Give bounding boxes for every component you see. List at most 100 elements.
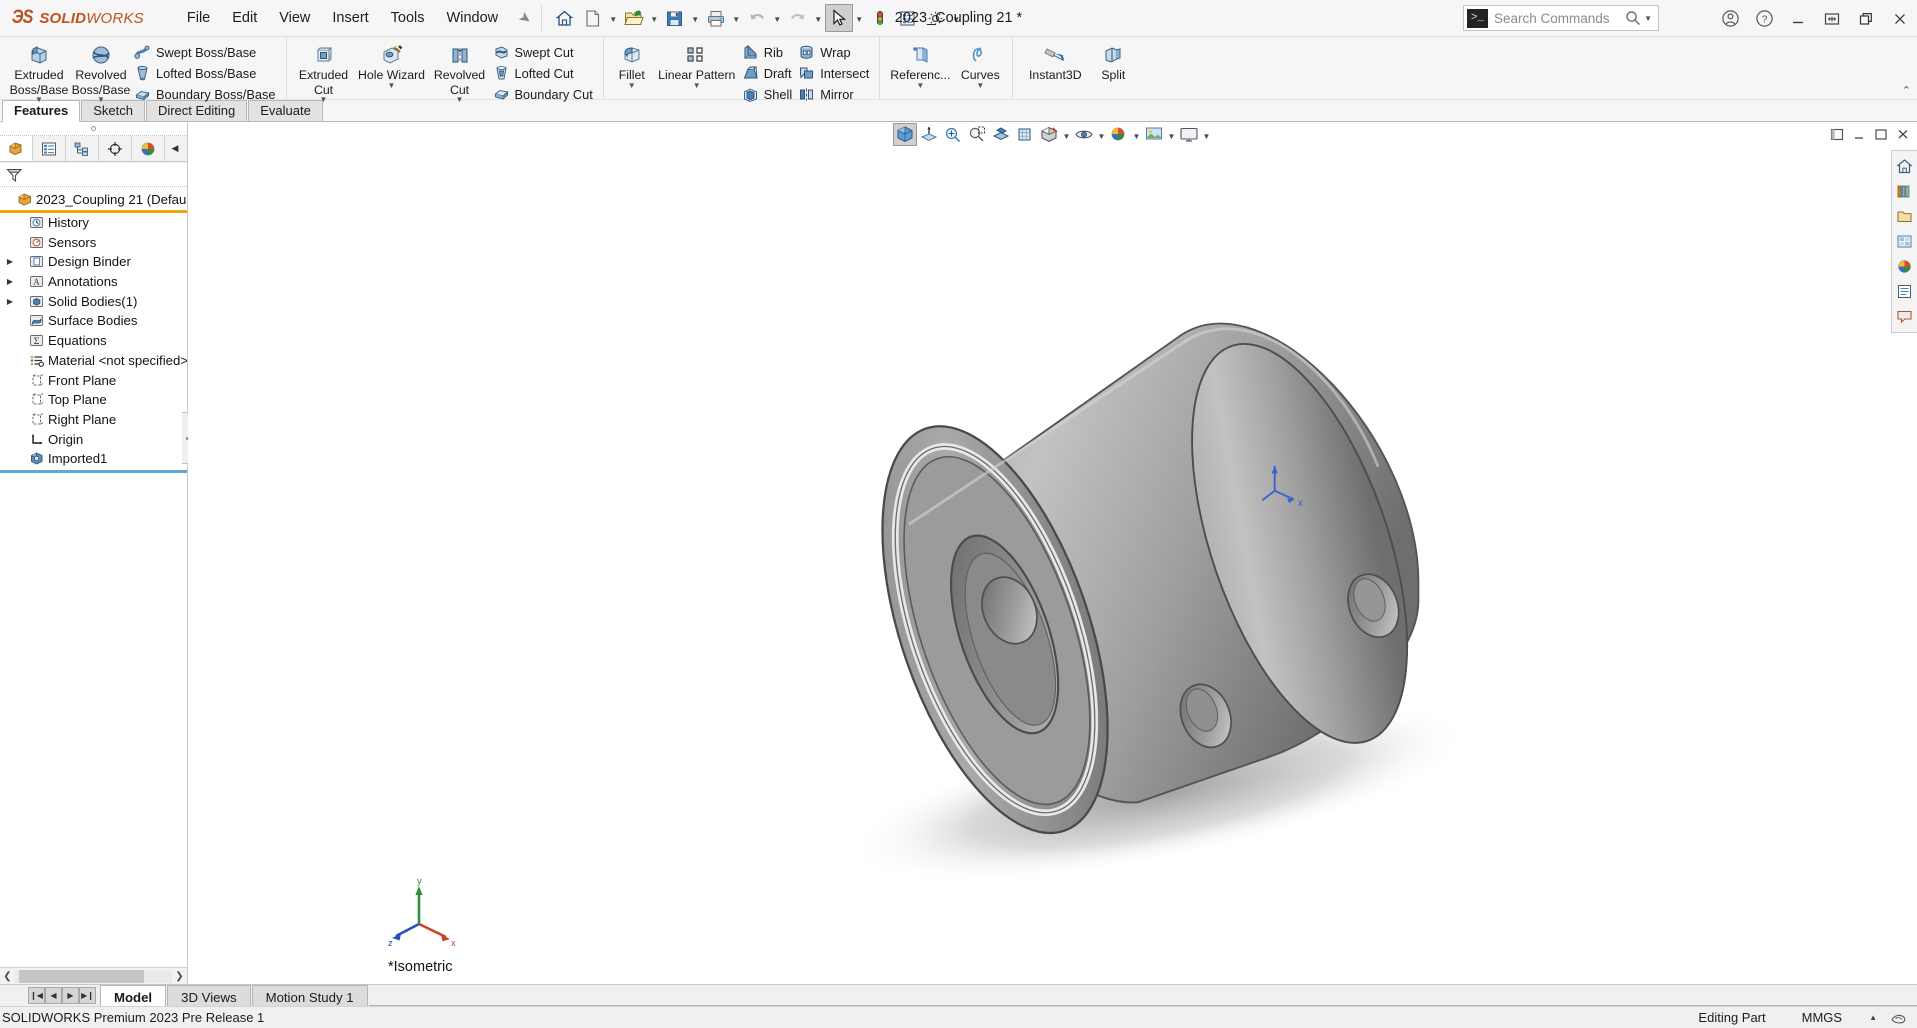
section-view-icon[interactable] (989, 123, 1013, 146)
home-icon[interactable] (551, 4, 579, 32)
appearance-caret[interactable]: ▼ (1131, 123, 1142, 146)
scroll-right-icon[interactable]: ❯ (172, 971, 187, 982)
status-units[interactable]: MMGS (1784, 1010, 1860, 1025)
revolved-boss-base-button[interactable]: Revolved Boss/Base (70, 39, 132, 96)
tab-motion-study-1[interactable]: Motion Study 1 (251, 985, 368, 1006)
reference-geometry-button[interactable]: Referenc... (886, 39, 954, 82)
last-tab-icon[interactable]: ▶❙ (79, 987, 96, 1004)
curves-caret[interactable]: ▼ (976, 81, 984, 92)
swept-boss-base-button[interactable]: Swept Boss/Base (132, 42, 280, 63)
linear-pattern-button[interactable]: Linear Pattern (654, 39, 740, 82)
search-input[interactable]: Search Commands (1494, 11, 1625, 26)
save-caret[interactable]: ▼ (689, 5, 702, 31)
coupling-part-model[interactable]: x (188, 122, 1917, 984)
tree-item-annotations[interactable]: ▶ A Annotations (0, 272, 187, 292)
feature-tree-icon[interactable] (0, 136, 33, 161)
view-settings-caret[interactable]: ▼ (1201, 123, 1212, 146)
display-list-icon[interactable] (894, 4, 922, 32)
appearances-manager-icon[interactable] (132, 136, 165, 161)
menu-window[interactable]: Window (436, 6, 510, 30)
tree-item-sensors[interactable]: Sensors (0, 232, 187, 252)
tree-horizontal-scrollbar[interactable]: ❮ ❯ (0, 967, 187, 984)
configuration-manager-icon[interactable] (66, 136, 99, 161)
select-cursor-icon[interactable] (824, 4, 853, 32)
reference-geometry-caret[interactable]: ▼ (916, 81, 924, 92)
property-manager-icon[interactable] (33, 136, 66, 161)
first-tab-icon[interactable]: ❙◀ (28, 987, 45, 1004)
chevron-down-icon[interactable]: ▼ (1644, 14, 1658, 23)
previous-view-icon[interactable] (965, 123, 989, 146)
hole-wizard-caret[interactable]: ▼ (388, 81, 396, 92)
new-document-icon[interactable] (579, 4, 607, 32)
file-explorer-icon[interactable] (1894, 204, 1916, 229)
split-window-icon[interactable] (1815, 0, 1849, 37)
hide-show-caret[interactable]: ▼ (1096, 123, 1107, 146)
tree-item-surface-bodies[interactable]: Surface Bodies (0, 311, 187, 331)
wrap-button[interactable]: Wrap (796, 42, 873, 63)
restore-panel-icon[interactable] (1827, 124, 1847, 146)
select-caret[interactable]: ▼ (853, 5, 866, 31)
edit-appearance-icon[interactable] (1107, 123, 1131, 146)
redo-caret[interactable]: ▼ (812, 5, 825, 31)
tree-item-material[interactable]: Material <not specified> (0, 351, 187, 371)
next-tab-icon[interactable]: ▶ (62, 987, 79, 1004)
print-caret[interactable]: ▼ (730, 5, 743, 31)
extruded-boss-base-button[interactable]: Extruded Boss/Base (8, 39, 70, 96)
user-account-icon[interactable] (1713, 0, 1747, 37)
scroll-left-icon[interactable]: ❮ (0, 971, 15, 982)
rib-button[interactable]: Rib (740, 42, 796, 63)
display-style-caret[interactable]: ▼ (1061, 123, 1072, 146)
feature-tree-filter[interactable] (0, 162, 187, 187)
revolved-boss-caret[interactable]: ▼ (97, 96, 105, 106)
panel-resize-handle[interactable] (0, 122, 187, 136)
scroll-track[interactable] (15, 969, 172, 983)
menu-tools[interactable]: Tools (380, 6, 436, 30)
expander-solid-bodies[interactable]: ▶ (4, 297, 16, 306)
shell-button[interactable]: Shell (740, 84, 796, 105)
scene-caret[interactable]: ▼ (1166, 123, 1177, 146)
extruded-cut-button[interactable]: Extruded Cut (293, 39, 355, 96)
linear-pattern-caret[interactable]: ▼ (693, 81, 701, 92)
close-doc-icon[interactable] (1893, 124, 1913, 146)
help-icon[interactable]: ? (1747, 0, 1781, 37)
rollback-bar[interactable] (0, 469, 187, 473)
menu-view[interactable]: View (268, 6, 321, 30)
search-icon[interactable] (1625, 10, 1644, 26)
intersect-button[interactable]: Intersect (796, 63, 873, 84)
apply-scene-icon[interactable] (1142, 123, 1166, 146)
tree-item-history[interactable]: History (0, 213, 187, 233)
options-caret[interactable]: ▼ (950, 5, 963, 31)
display-style-icon[interactable] (1037, 123, 1061, 146)
search-commands-box[interactable]: >_ Search Commands ▼ (1463, 5, 1659, 31)
zoom-to-area-icon[interactable] (941, 123, 965, 146)
pin-icon[interactable]: ➤ (515, 7, 536, 29)
boundary-cut-button[interactable]: Boundary Cut (491, 84, 597, 105)
view-orientation-cube-icon[interactable] (1013, 123, 1037, 146)
home-solidworks-icon[interactable] (1894, 154, 1916, 179)
open-folder-icon[interactable] (620, 4, 648, 32)
redo-icon[interactable] (784, 4, 812, 32)
instant3d-button[interactable]: Instant3D (1019, 39, 1091, 82)
tree-item-root[interactable]: 2023_Coupling 21 (Default) << (0, 190, 187, 210)
tab-3d-views[interactable]: 3D Views (167, 985, 251, 1006)
tree-item-origin[interactable]: Origin (0, 429, 187, 449)
restore-window-icon[interactable] (1849, 0, 1883, 37)
maximize-doc-icon[interactable] (1871, 124, 1891, 146)
solidworks-forum-icon[interactable] (1894, 304, 1916, 329)
chevron-left-icon[interactable]: ◀ (165, 136, 185, 161)
zoom-to-fit-icon[interactable] (917, 123, 941, 146)
swept-cut-button[interactable]: Swept Cut (491, 42, 597, 63)
menu-edit[interactable]: Edit (221, 6, 268, 30)
curves-button[interactable]: Curves (954, 39, 1006, 82)
fillet-caret[interactable]: ▼ (628, 81, 636, 92)
traffic-light-icon[interactable] (866, 4, 894, 32)
overlay-icon[interactable] (1886, 1010, 1917, 1025)
appearances-scenes-icon[interactable] (1894, 254, 1916, 279)
new-document-caret[interactable]: ▼ (607, 5, 620, 31)
close-icon[interactable] (1883, 0, 1917, 37)
extruded-cut-caret[interactable]: ▼ (320, 96, 328, 106)
chevron-up-icon[interactable]: ▲ (1860, 1013, 1886, 1022)
lofted-cut-button[interactable]: Lofted Cut (491, 63, 597, 84)
expander-annotations[interactable]: ▶ (4, 277, 16, 286)
draft-button[interactable]: Draft (740, 63, 796, 84)
